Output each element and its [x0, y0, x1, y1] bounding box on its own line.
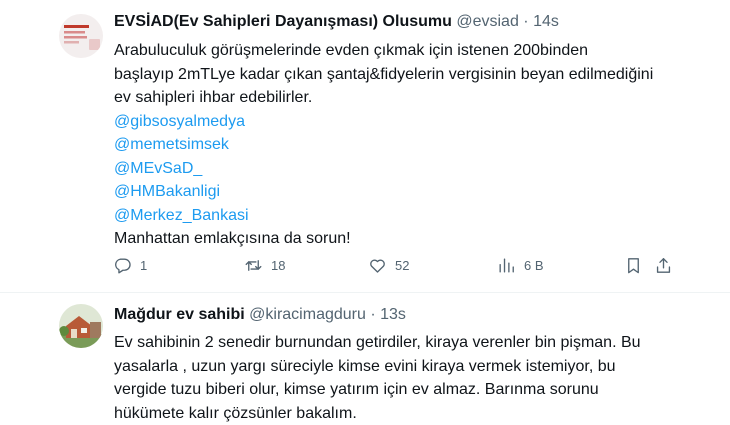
like-count: 52 — [395, 258, 409, 273]
tweet-text-line: Manhattan emlakçısına da sorun! — [114, 227, 714, 251]
tweet-timestamp[interactable]: 14s — [533, 13, 559, 30]
avatar-evsiad-image — [59, 14, 103, 58]
tweet-header: EVSİAD(Ev Sahipleri Dayanışması) Olusumu… — [114, 12, 559, 32]
tweet-actions: 1 18 52 6 B — [0, 253, 730, 277]
bookmark-icon — [624, 256, 643, 275]
tweet-text-line: yasalarla , uzun yargı süreciyle kimse e… — [114, 355, 714, 379]
tweet-text-line: hükümete kalır çözsünler bakalım. — [114, 402, 714, 425]
avatar-evsiad[interactable] — [59, 14, 103, 58]
author-handle[interactable]: @evsiad — [456, 13, 519, 30]
mention-link[interactable]: @HMBakanligi — [114, 180, 714, 204]
avatar-kiracimagduru[interactable] — [59, 304, 103, 348]
retweet-button[interactable]: 18 — [244, 253, 285, 277]
tweet-text-line: başlayıp 2mTLye kadar çıkan şantaj&fidye… — [114, 63, 714, 87]
views-count: 6 B — [524, 258, 544, 273]
views-icon — [497, 256, 516, 275]
reply-button[interactable]: 1 — [113, 253, 147, 277]
author-name[interactable]: EVSİAD(Ev Sahipleri Dayanışması) Olusumu — [114, 13, 452, 30]
like-button[interactable]: 52 — [368, 253, 409, 277]
views-button[interactable]: 6 B — [497, 253, 544, 277]
tweet-text-line: ev sahipleri ihbar edebilirler. — [114, 86, 714, 110]
mention-link[interactable]: @memetsimsek — [114, 133, 714, 157]
share-icon — [654, 256, 673, 275]
separator-dot: · — [523, 13, 528, 30]
separator-dot: · — [370, 306, 375, 323]
avatar-kiracimagduru-image — [59, 304, 103, 348]
tweet-text-line: Ev sahibinin 2 senedir burnundan getirdi… — [114, 331, 714, 355]
tweet-header: Mağdur ev sahibi @kiracimagduru · 13s — [114, 305, 406, 325]
reply-count: 1 — [140, 258, 147, 273]
tweet-text: Arabuluculuk görüşmelerinde evden çıkmak… — [114, 39, 714, 251]
author-handle[interactable]: @kiracimagduru — [249, 306, 366, 323]
tweet-text-line: Arabuluculuk görüşmelerinde evden çıkmak… — [114, 39, 714, 63]
heart-icon — [368, 256, 387, 275]
author-name[interactable]: Mağdur ev sahibi — [114, 306, 245, 323]
tweet-text-line: vergide tuzu biberi olur, kimse yatırım … — [114, 378, 714, 402]
mention-link[interactable]: @gibsosyalmedya — [114, 110, 714, 134]
mention-link[interactable]: @MEvSaD_ — [114, 157, 714, 181]
reply-icon — [113, 256, 132, 275]
share-button[interactable] — [654, 253, 673, 277]
tweet-text: Ev sahibinin 2 senedir burnundan getirdi… — [114, 331, 714, 425]
retweet-count: 18 — [271, 258, 285, 273]
retweet-icon — [244, 256, 263, 275]
bookmark-button[interactable] — [624, 253, 643, 277]
tweet-timestamp[interactable]: 13s — [380, 306, 406, 323]
mention-link[interactable]: @Merkez_Bankasi — [114, 204, 714, 228]
